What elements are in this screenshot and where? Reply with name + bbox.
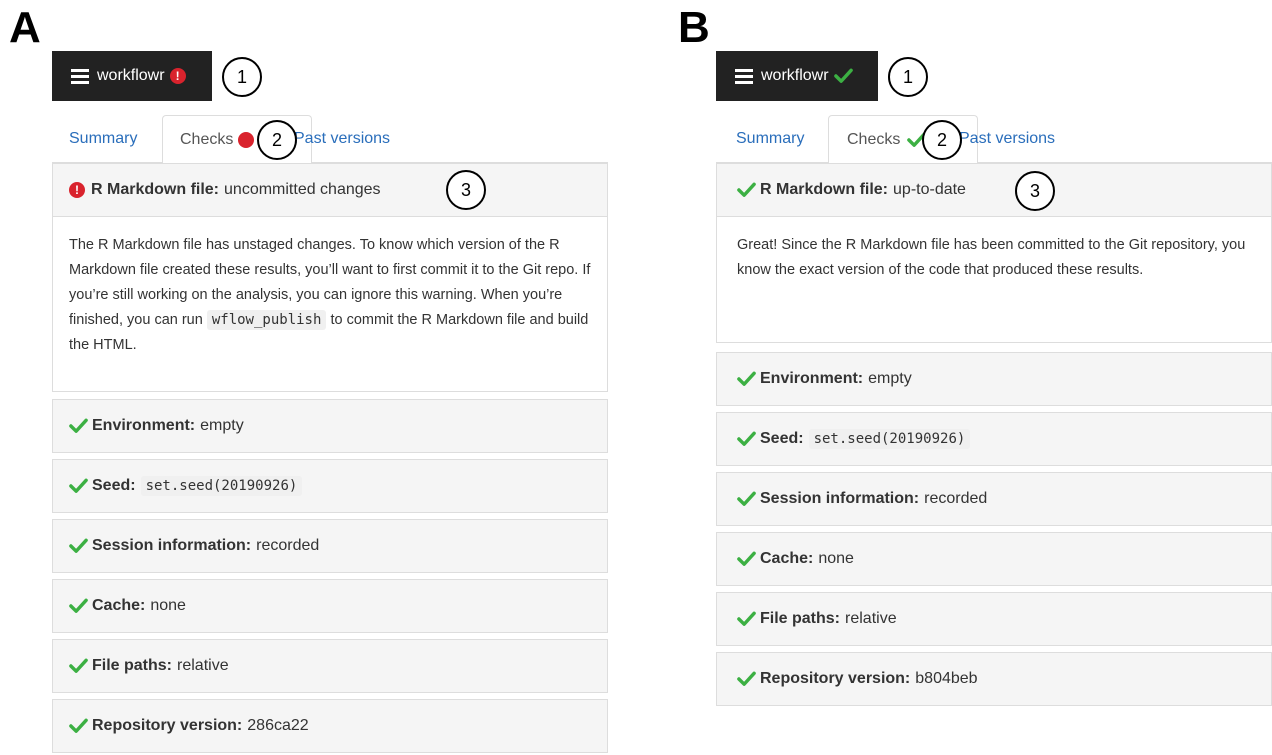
check-rmarkdown-body: Great! Since the R Markdown file has bee… [716, 217, 1272, 343]
tab-checks-label: Checks [847, 131, 901, 148]
hamburger-list-icon [735, 68, 753, 84]
callout-1: 1 [888, 57, 928, 97]
tab-summary[interactable]: Summary [736, 115, 804, 163]
check-title: Session information: [92, 537, 252, 554]
check-value: recorded [924, 490, 988, 507]
check-row[interactable]: Repository version: b804beb [716, 652, 1272, 706]
check-title: Session information: [760, 490, 920, 507]
check-icon [69, 418, 88, 433]
check-icon [737, 551, 756, 566]
check-row[interactable]: Session information: recorded [52, 519, 608, 573]
panel-letter: A [9, 3, 41, 52]
check-value: none [150, 597, 186, 614]
check-icon [833, 68, 853, 83]
check-value: recorded [256, 537, 320, 554]
hamburger-list-icon [71, 68, 89, 84]
tabs-bar: Summary Checks ! Past versions [52, 115, 608, 164]
check-value: 286ca22 [247, 717, 309, 734]
check-title: Repository version: [760, 670, 911, 687]
check-icon [69, 718, 88, 733]
check-title: Cache: [760, 550, 814, 567]
workflowr-label: workflowr [97, 67, 165, 84]
check-title: R Markdown file: [91, 181, 220, 198]
check-title: Environment: [760, 370, 864, 387]
check-title: Cache: [92, 597, 146, 614]
exclamation-circle-icon: ! [237, 131, 254, 163]
seed-code: set.seed(20190926) [808, 429, 971, 449]
exclamation-circle-icon: ! [169, 68, 186, 84]
check-row[interactable]: Session information: recorded [716, 472, 1272, 526]
seed-code: set.seed(20190926) [140, 476, 303, 496]
tab-past-versions[interactable]: Past versions [959, 115, 1055, 163]
check-icon [737, 491, 756, 506]
check-title: File paths: [760, 610, 841, 627]
check-rmarkdown-header[interactable]: ! R Markdown file: uncommitted changes [52, 163, 608, 217]
tab-past-versions[interactable]: Past versions [294, 115, 390, 163]
check-row[interactable]: Cache: none [716, 532, 1272, 586]
check-row[interactable]: Repository version: 286ca22 [52, 699, 608, 753]
check-title: Environment: [92, 417, 196, 434]
check-row[interactable]: Seed: set.seed(20190926) [716, 412, 1272, 466]
check-value: relative [845, 610, 897, 627]
check-value: empty [868, 370, 912, 387]
check-row[interactable]: File paths: relative [52, 639, 608, 693]
check-icon [69, 538, 88, 553]
check-row[interactable]: File paths: relative [716, 592, 1272, 646]
body-text: Great! Since the R Markdown file has bee… [737, 237, 1246, 278]
callout-2: 2 [257, 120, 297, 160]
check-row[interactable]: Environment: empty [716, 352, 1272, 406]
check-value: up-to-date [893, 181, 966, 198]
check-value: b804beb [915, 670, 978, 687]
check-value: relative [177, 657, 229, 674]
check-value: none [818, 550, 854, 567]
workflowr-label: workflowr [761, 67, 829, 84]
tabs-bar: Summary Checks Past versions [716, 115, 1272, 164]
check-title: Repository version: [92, 717, 243, 734]
check-row[interactable]: Environment: empty [52, 399, 608, 453]
tab-summary[interactable]: Summary [69, 115, 137, 163]
check-icon [737, 431, 756, 446]
check-row[interactable]: Cache: none [52, 579, 608, 633]
check-icon [737, 611, 756, 626]
check-icon [69, 598, 88, 613]
check-icon [69, 478, 88, 493]
check-icon [737, 671, 756, 686]
check-title: Seed: [760, 430, 804, 447]
tab-checks-label: Checks [180, 131, 234, 148]
check-rmarkdown-header[interactable]: R Markdown file: up-to-date [716, 163, 1272, 217]
callout-2: 2 [922, 120, 962, 160]
check-value: empty [200, 417, 244, 434]
workflowr-button[interactable]: workflowr ! [52, 51, 212, 101]
workflowr-button[interactable]: workflowr [716, 51, 878, 101]
inline-code: wflow_publish [206, 310, 327, 330]
check-icon [69, 658, 88, 673]
check-rmarkdown-body: The R Markdown file has unstaged changes… [52, 217, 608, 392]
panel-letter: B [678, 3, 710, 52]
check-icon [737, 182, 756, 197]
callout-3: 3 [446, 170, 486, 210]
check-row[interactable]: Seed: set.seed(20190926) [52, 459, 608, 513]
check-title: R Markdown file: [760, 181, 889, 198]
check-value: uncommitted changes [224, 181, 381, 198]
exclamation-circle-icon: ! [69, 182, 85, 198]
callout-1: 1 [222, 57, 262, 97]
callout-3: 3 [1015, 171, 1055, 211]
check-title: Seed: [92, 477, 136, 494]
check-title: File paths: [92, 657, 173, 674]
check-icon [737, 371, 756, 386]
